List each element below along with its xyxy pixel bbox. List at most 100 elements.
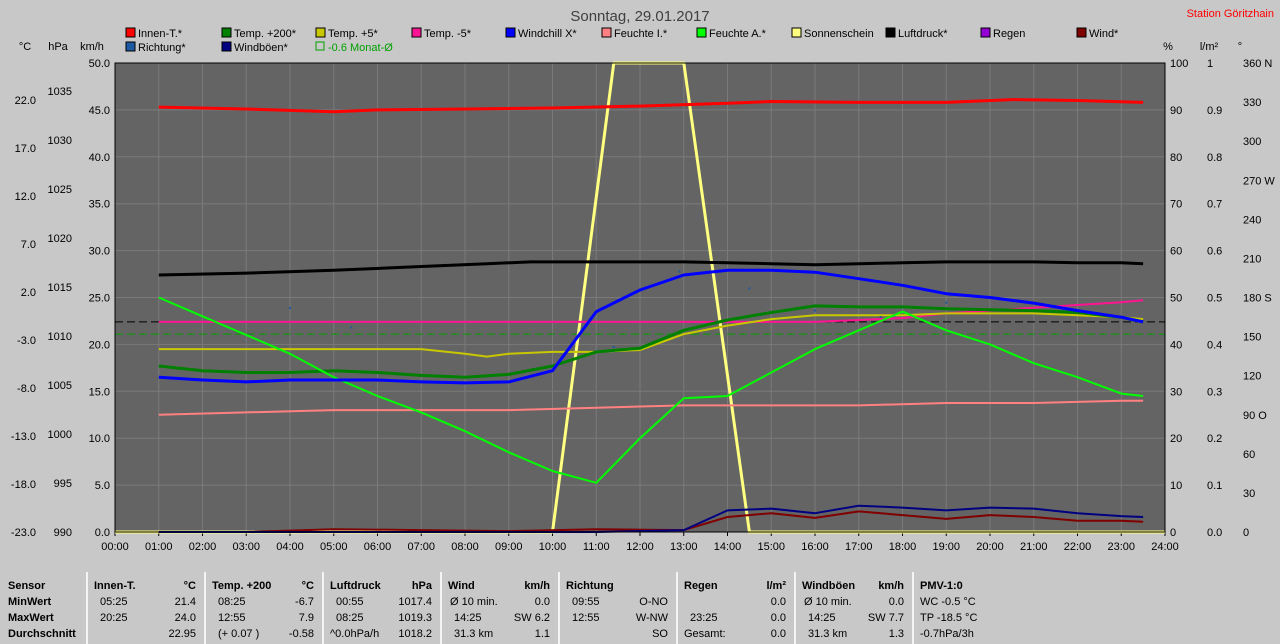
axis-unit-hpa: hPa: [48, 41, 68, 53]
tick-label-direction: 150: [1243, 332, 1261, 344]
stats-richtung-title: Richtung: [566, 580, 614, 592]
tick-label-hpa: 1035: [48, 86, 72, 98]
tick-label-direction: 300: [1243, 136, 1261, 148]
statistics-panel: Sensor MinWert MaxWert Durchschnitt Inne…: [0, 572, 1280, 644]
stats-boeen-avg10-label: Ø 10 min.: [804, 596, 852, 608]
stats-boeen-distance: 31.3 km: [808, 628, 848, 640]
tick-label-rain: 0.6: [1207, 246, 1222, 258]
stats-boeen-avg10-value: 0.0: [888, 596, 904, 608]
stats-regen-title: Regen: [684, 580, 718, 592]
tick-label-direction: 270 W: [1243, 175, 1275, 187]
x-tick-label: 22:00: [1064, 541, 1092, 553]
tick-label-kmh: 5.0: [95, 480, 110, 492]
stats-innen-unit: °C: [183, 580, 196, 592]
stats-temp200-min-time: 08:25: [218, 596, 246, 608]
stats-druck-max-time: 08:25: [336, 612, 364, 624]
tick-label-percent: 40: [1170, 339, 1182, 351]
x-tick-label: 00:00: [101, 541, 129, 553]
legend-swatch: [885, 27, 896, 38]
tick-label-kmh: 0.0: [95, 527, 110, 539]
legend-label: Wind*: [1089, 28, 1119, 40]
stats-druck-min-value: 1017.4: [398, 596, 432, 608]
stats-druck-unit: hPa: [411, 580, 432, 592]
x-tick-label: 08:00: [451, 541, 479, 553]
tick-label-percent: 0: [1170, 527, 1176, 539]
tick-label-hpa: 1030: [48, 135, 72, 147]
stats-col-windboeen: Windböen km/h Ø 10 min. 0.0 14:25 SW 7.7 31…: [796, 572, 914, 644]
stats-pmv-windchill: WC -0.5 °C: [920, 596, 976, 608]
tick-label-direction: 120: [1243, 371, 1261, 383]
tick-label-kmh: 25.0: [89, 293, 110, 305]
legend-swatch: [696, 27, 707, 38]
tick-label-percent: 100: [1170, 58, 1188, 70]
stats-innen-min-value: 21.4: [174, 596, 196, 608]
stats-regen-min-value: 0.0: [770, 596, 786, 608]
tick-label-kmh: 15.0: [89, 386, 110, 398]
stats-minwert-label: MinWert: [8, 596, 52, 608]
stats-boeen-max-value: SW 7.7: [867, 612, 904, 624]
x-tick-label: 20:00: [976, 541, 1004, 553]
stats-durchschnitt-label: Durchschnitt: [8, 628, 76, 640]
legend-label: Innen-T.*: [138, 28, 183, 40]
stats-regen-total-value: 0.0: [770, 628, 786, 640]
stats-wind-title: Wind: [448, 580, 475, 592]
x-tick-label: 11:00: [583, 541, 610, 553]
tick-label-percent: 90: [1170, 105, 1182, 117]
stats-druck-title: Luftdruck: [330, 580, 381, 592]
tick-label-celsius: -3.0: [17, 335, 36, 347]
stats-wind-unit: km/h: [524, 580, 550, 592]
stats-boeen-max-time: 14:25: [808, 612, 836, 624]
legend-label: Temp. +5*: [328, 28, 379, 40]
tick-label-kmh: 20.0: [89, 339, 110, 351]
chart-title: Sonntag, 29.01.2017: [570, 8, 709, 25]
tick-label-hpa: 1015: [48, 282, 72, 294]
legend-swatch: [1076, 27, 1087, 38]
tick-label-kmh: 40.0: [89, 152, 110, 164]
tick-label-direction: 60: [1243, 449, 1255, 461]
direction-point: [350, 326, 353, 329]
tick-label-kmh: 10.0: [89, 433, 110, 445]
legend-swatch: [315, 27, 326, 38]
x-tick-label: 18:00: [889, 541, 917, 553]
tick-label-direction: 360 N: [1243, 58, 1272, 70]
x-tick-label: 21:00: [1020, 541, 1048, 553]
legend-swatch: [601, 27, 612, 38]
x-tick-label: 13:00: [670, 541, 698, 553]
stats-regen-unit: l/m²: [766, 580, 786, 592]
stats-innen-min-time: 05:25: [100, 596, 128, 608]
stats-regen-max-time: 23:25: [690, 612, 718, 624]
stats-col-luftdruck: Luftdruck hPa 00:55 1017.4 08:25 1019.3 ^0.…: [324, 572, 442, 644]
x-tick-label: 09:00: [495, 541, 523, 553]
tick-label-rain: 0.5: [1207, 293, 1222, 305]
stats-temp200-min-value: -6.7: [295, 596, 314, 608]
x-tick-label: 17:00: [845, 541, 873, 553]
tick-label-celsius: 2.0: [21, 287, 36, 299]
stats-regen-total-label: Gesamt:: [684, 628, 726, 640]
station-name: Station Göritzhain: [1187, 8, 1274, 20]
tick-label-percent: 30: [1170, 386, 1182, 398]
stats-boeen-avg-value: 1.3: [888, 628, 904, 640]
stats-wind-avg10-value: 0.0: [534, 596, 550, 608]
x-tick-label: 23:00: [1107, 541, 1135, 553]
stats-pmv-title: PMV-1:0: [920, 580, 963, 592]
stats-col-regen: Regen l/m² 0.0 23:25 0.0 Gesamt: 0.0: [678, 572, 796, 644]
tick-label-percent: 70: [1170, 199, 1182, 211]
legend-swatch: [505, 27, 516, 38]
stats-wind-avg-value: 1.1: [534, 628, 550, 640]
tick-label-kmh: 45.0: [89, 105, 110, 117]
tick-label-percent: 10: [1170, 480, 1182, 492]
legend-swatch: [221, 27, 232, 38]
stats-col-sensor: Sensor MinWert MaxWert Durchschnitt: [0, 572, 88, 644]
direction-point: [748, 287, 751, 290]
stats-regen-max-value: 0.0: [770, 612, 786, 624]
direction-point: [879, 316, 882, 319]
stats-richtung-max-time: 12:55: [572, 612, 600, 624]
tick-label-rain: 0.2: [1207, 433, 1222, 445]
direction-point: [612, 346, 615, 349]
x-tick-label: 02:00: [189, 541, 217, 553]
direction-point: [814, 309, 816, 312]
axis-unit-percent: %: [1163, 41, 1173, 53]
tick-label-rain: 0.7: [1207, 199, 1222, 211]
stats-wind-avg10-label: Ø 10 min.: [450, 596, 498, 608]
tick-label-direction: 330: [1243, 97, 1261, 109]
